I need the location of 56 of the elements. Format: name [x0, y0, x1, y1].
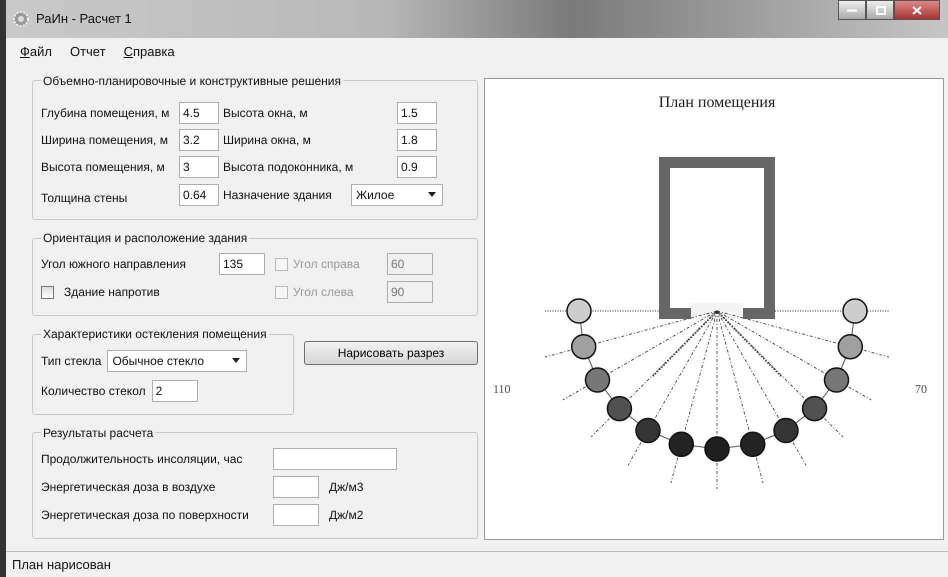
- caret-icon: [232, 358, 240, 364]
- field-label: Высота окна, м: [223, 104, 309, 122]
- output-field[interactable]: [273, 476, 319, 498]
- status-text: План нарисован: [6, 551, 948, 577]
- close-button[interactable]: [894, 0, 940, 20]
- field-label: Толщина стены: [41, 190, 128, 207]
- checkbox[interactable]: [41, 286, 54, 299]
- field-label: Продолжительность инсоляции, час: [41, 451, 244, 468]
- minimize-icon: [847, 8, 857, 12]
- input-field[interactable]: 1.8: [397, 128, 437, 151]
- angle-label: 70: [915, 382, 927, 396]
- field-label: Энергетическая доза в воздухе: [41, 479, 216, 496]
- output-field[interactable]: [273, 448, 397, 470]
- input-field[interactable]: 2: [152, 380, 198, 402]
- dropdown[interactable]: Жилое: [351, 184, 443, 206]
- field-label: Ширина окна, м: [223, 132, 312, 149]
- field-label: Назначение здания: [223, 186, 333, 204]
- checkbox-label: Здание напротив: [64, 284, 160, 302]
- window-title: РаИн - Расчет 1: [36, 10, 132, 28]
- input-field[interactable]: 135: [219, 253, 265, 276]
- input-field[interactable]: 0.64: [179, 184, 219, 206]
- field-label: Высота подоконника, м: [223, 158, 354, 176]
- menu-item[interactable]: Отчет: [70, 42, 106, 62]
- group-title: Ориентация и расположение здания: [42, 230, 248, 246]
- group-title: Результаты расчета: [42, 426, 154, 440]
- field-label: Высота помещения, м: [41, 158, 166, 176]
- dropdown[interactable]: Обычное стекло: [107, 350, 248, 372]
- field-label: Ширина помещения, м: [41, 132, 169, 149]
- close-icon: [911, 4, 923, 16]
- group-title: Объемно-планировочные и конструктивные решения: [42, 74, 342, 88]
- menu-item[interactable]: Файл: [20, 42, 52, 62]
- input-field[interactable]: 3.2: [179, 128, 219, 151]
- field-label: Глубина помещения, м: [41, 104, 170, 122]
- maximize-icon: [874, 4, 886, 16]
- input-field[interactable]: 0.9: [397, 156, 437, 178]
- input-field[interactable]: 4.5: [179, 102, 219, 124]
- minimize-button[interactable]: [838, 0, 866, 20]
- angle-label: 110: [493, 382, 511, 396]
- caret-icon: [428, 192, 436, 198]
- draw-button[interactable]: Нарисовать разрез: [304, 341, 478, 366]
- output-field[interactable]: [273, 504, 319, 526]
- group-title: Характеристики остекления помещения: [42, 327, 268, 342]
- field-label: Количество стекол: [41, 382, 146, 400]
- unit-label: Дж/м3: [329, 479, 364, 496]
- maximize-button[interactable]: [866, 0, 894, 20]
- checkbox-label: Угол справа: [293, 256, 361, 274]
- checkbox-label: Угол слева: [293, 284, 355, 302]
- field-label: Энергетическая доза по поверхности: [41, 507, 250, 524]
- field-label: Тип стекла: [41, 352, 102, 370]
- input-field[interactable]: 3: [179, 156, 219, 178]
- unit-label: Дж/м2: [329, 507, 364, 524]
- field-label: Угол южного направления: [41, 256, 188, 274]
- input-field[interactable]: 1.5: [397, 102, 437, 124]
- menu-item[interactable]: Справка: [124, 42, 175, 62]
- app-icon: [12, 10, 30, 28]
- plan-title: План помещения: [658, 94, 776, 110]
